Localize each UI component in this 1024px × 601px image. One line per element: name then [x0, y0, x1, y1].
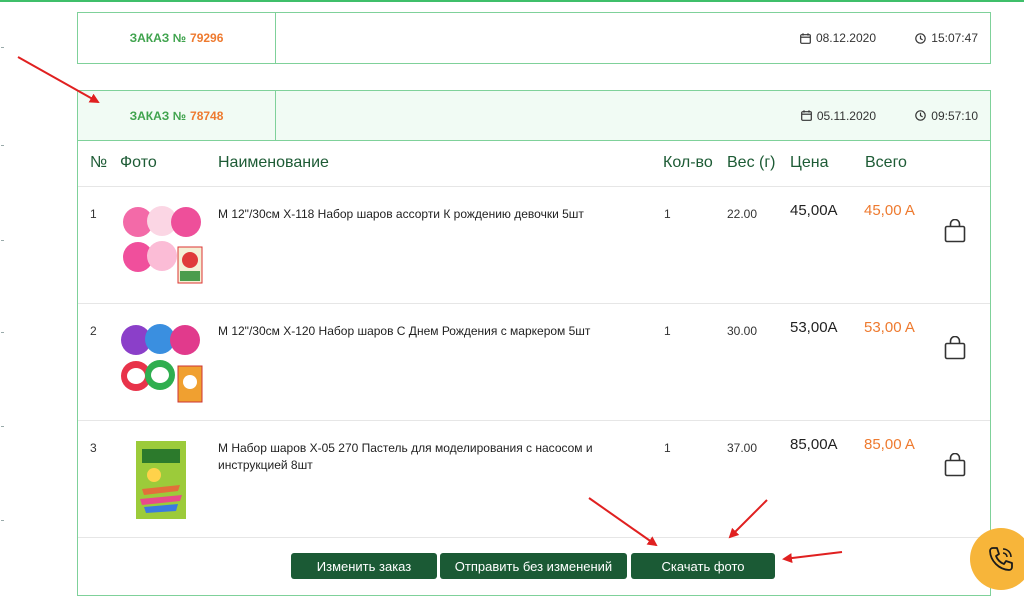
phone-call-icon [989, 547, 1013, 571]
product-qty: 1 [664, 207, 671, 221]
call-button[interactable] [970, 528, 1024, 590]
row-index: 2 [90, 324, 97, 338]
product-photo[interactable] [120, 439, 204, 521]
order-number-cell: ЗАКАЗ № 79296 [78, 13, 276, 63]
shopping-bag-icon[interactable] [944, 453, 966, 477]
edge-tick [1, 426, 4, 427]
product-price: 45,00A [790, 202, 838, 219]
product-weight: 30.00 [727, 324, 758, 338]
product-total: 45,00 A [864, 202, 915, 219]
calendar-icon [800, 32, 811, 44]
shopping-bag-icon[interactable] [944, 219, 966, 243]
product-price: 53,00A [790, 319, 838, 336]
order-date-text: 05.11.2020 [816, 108, 876, 123]
product-photo[interactable] [120, 205, 204, 287]
edge-tick [1, 47, 4, 48]
order-date-text: 08.12.2020 [815, 31, 876, 45]
col-price: Цена [790, 154, 829, 171]
col-index: № [90, 154, 108, 171]
order-date: 08.12.2020 [800, 31, 876, 45]
order-number: 78748 [190, 108, 224, 123]
table-row: 3 М Набор шаров Х-05 270 Пастель для мод… [78, 421, 990, 538]
order-date: 05.11.2020 [800, 108, 876, 123]
product-weight: 22.00 [727, 207, 758, 221]
product-weight: 37.00 [727, 441, 758, 455]
edge-tick [1, 240, 4, 241]
product-total: 53,00 A [864, 319, 915, 336]
order-meta: 05.11.2020 09:57:10 [276, 91, 990, 140]
product-name: М 12"/30см Х-118 Набор шаров ассорти К р… [218, 207, 584, 221]
calendar-icon [800, 110, 812, 121]
edge-tick [1, 520, 4, 521]
table-row: 1 М 12"/30см Х-118 Набор шаров ассорти К… [78, 187, 990, 304]
order-label: ЗАКАЗ № [129, 108, 187, 123]
col-qty: Кол-во [663, 154, 713, 171]
product-name: М Набор шаров Х-05 270 Пастель для модел… [218, 441, 593, 472]
product-qty: 1 [664, 441, 671, 455]
order-meta: 08.12.2020 15:07:47 [276, 13, 990, 63]
col-name: Наименование [218, 154, 329, 171]
shopping-bag-icon[interactable] [944, 336, 966, 360]
clock-icon [915, 110, 927, 121]
order-header-78748[interactable]: ЗАКАЗ № 78748 05.11.2020 09:57:10 [77, 90, 991, 141]
product-photo[interactable] [120, 322, 204, 404]
order-number-cell: ЗАКАЗ № 78748 [78, 91, 276, 140]
col-weight: Вес (г) [727, 154, 776, 171]
edge-tick [1, 332, 4, 333]
row-index: 3 [90, 441, 97, 455]
product-total: 85,00 A [864, 436, 915, 453]
order-time: 15:07:47 [915, 31, 978, 45]
row-index: 1 [90, 207, 97, 221]
table-header: № Фото Наименование Кол-во Вес (г) Цена … [78, 141, 990, 187]
order-items-panel: № Фото Наименование Кол-во Вес (г) Цена … [77, 141, 991, 596]
order-header-79296[interactable]: ЗАКАЗ № 79296 08.12.2020 15:07:47 [77, 12, 991, 64]
order-number: 79296 [190, 31, 224, 45]
top-accent-line [0, 0, 1024, 2]
product-qty: 1 [664, 324, 671, 338]
edit-order-button[interactable]: Изменить заказ [291, 553, 437, 579]
order-time-text: 15:07:47 [931, 31, 978, 45]
product-price: 85,00A [790, 436, 838, 453]
download-photo-button[interactable]: Скачать фото [631, 553, 775, 579]
order-label: ЗАКАЗ № [129, 31, 187, 45]
edge-tick [1, 145, 4, 146]
order-time-text: 09:57:10 [931, 108, 978, 123]
send-unchanged-button[interactable]: Отправить без изменений [440, 553, 627, 579]
clock-icon [915, 32, 927, 44]
product-name: М 12"/30см Х-120 Набор шаров С Днем Рожд… [218, 324, 591, 338]
col-photo: Фото [120, 154, 157, 171]
col-total: Всего [865, 154, 907, 171]
order-time: 09:57:10 [915, 109, 978, 123]
table-row: 2 М 12"/30см Х-120 Набор шаров С Днем Ро… [78, 304, 990, 421]
